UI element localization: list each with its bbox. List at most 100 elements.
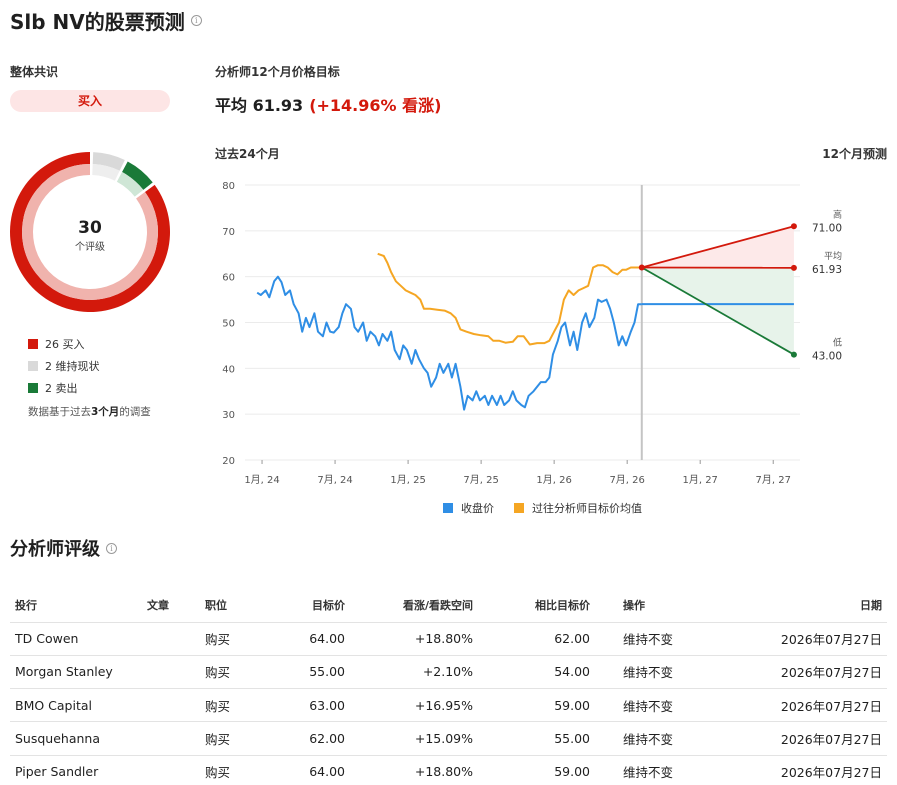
col-target[interactable]: 目标价	[280, 588, 350, 623]
legend-sell: 2 卖出	[28, 377, 100, 399]
x-tick-label: 7月, 24	[317, 474, 352, 486]
position-rating: 购买	[200, 755, 280, 785]
rating-date: 2026年07月27日	[715, 622, 887, 656]
chart-legend-target[interactable]: 过往分析师目标价均值	[514, 500, 642, 516]
col-action[interactable]: 操作	[595, 588, 715, 623]
forecast-avg-point	[790, 264, 797, 271]
forecast-high-point	[790, 223, 797, 230]
article-link[interactable]	[142, 688, 200, 723]
table-row[interactable]: Piper Sandler 购买 64.00 +18.80% 59.00 维持不变 2026…	[10, 755, 887, 785]
y-tick-label: 50	[222, 319, 235, 330]
forecast-low-label: 低	[833, 337, 842, 349]
article-link[interactable]	[142, 622, 200, 656]
forecast-origin-point	[638, 264, 645, 271]
x-tick-label: 7月, 25	[463, 474, 498, 486]
ratings-total: 30	[78, 218, 102, 238]
target-price: 55.00	[280, 655, 350, 690]
analyst-ratings-table: 投行 文章 职位 目标价 看涨/看跌空间 相比目标价 操作 日期 TD Cowe…	[10, 588, 887, 785]
table-row[interactable]: TD Cowen 购买 64.00 +18.80% 62.00 维持不变 2026年07月2…	[10, 622, 887, 656]
chart-legend-close-swatch	[443, 503, 453, 513]
past-period-label: 过去24个月	[215, 147, 280, 161]
ratings-legend: 26 买入 2 维持现状 2 卖出	[28, 333, 100, 399]
upside-value: +18.80%	[350, 755, 478, 785]
target-price: 64.00	[280, 755, 350, 785]
article-link[interactable]	[142, 655, 200, 690]
chart-legend-close[interactable]: 收盘价	[443, 500, 494, 516]
forecast-avg-value: 61.93	[812, 264, 842, 276]
x-tick-label: 1月, 27	[682, 474, 717, 486]
forecast-avg-label: 平均	[824, 250, 842, 262]
table-header-row: 投行 文章 职位 目标价 看涨/看跌空间 相比目标价 操作 日期	[10, 588, 887, 623]
col-position[interactable]: 职位	[200, 588, 280, 623]
chart-legend-close-label: 收盘价	[461, 502, 494, 515]
page-title: Slb NV的股票预测 i	[10, 6, 202, 35]
y-tick-label: 60	[222, 273, 235, 284]
target-price: 62.00	[280, 721, 350, 756]
forecast-low-value: 43.00	[812, 351, 842, 363]
y-tick-label: 40	[222, 364, 235, 375]
bank-name: BMO Capital	[10, 688, 142, 723]
position-rating: 购买	[200, 655, 280, 690]
consensus-label: 整体共识	[10, 65, 59, 79]
target-price: 64.00	[280, 622, 350, 656]
x-tick-label: 1月, 24	[244, 474, 279, 486]
price-target-label: 分析师12个月价格目标	[215, 65, 340, 79]
legend-buy-label: 26 买入	[45, 338, 85, 351]
col-upside[interactable]: 看涨/看跌空间	[350, 588, 478, 623]
forecast-high-label: 高	[833, 208, 842, 220]
target-price: 63.00	[280, 688, 350, 723]
survey-note: 数据基于过去3个月的调查	[28, 404, 151, 419]
x-tick-label: 1月, 25	[390, 474, 425, 486]
rating-date: 2026年07月27日	[715, 755, 887, 785]
col-article[interactable]: 文章	[142, 588, 200, 623]
col-date[interactable]: 日期	[715, 588, 887, 623]
legend-buy-swatch	[28, 339, 38, 349]
previous-target: 59.00	[478, 688, 595, 723]
y-tick-label: 70	[222, 227, 235, 238]
previous-target: 62.00	[478, 622, 595, 656]
chart-legend-target-swatch	[514, 503, 524, 513]
legend-hold-swatch	[28, 361, 38, 371]
legend-hold-label: 2 维持现状	[45, 360, 100, 373]
col-prev-target[interactable]: 相比目标价	[478, 588, 595, 623]
analyst-ratings-title: 分析师评级 i	[10, 535, 117, 561]
legend-sell-swatch	[28, 383, 38, 393]
previous-target: 59.00	[478, 755, 595, 785]
rating-date: 2026年07月27日	[715, 721, 887, 756]
info-icon[interactable]: i	[190, 15, 202, 26]
x-tick-label: 7月, 27	[755, 474, 790, 486]
position-rating: 购买	[200, 622, 280, 656]
rating-action: 维持不变	[595, 622, 715, 656]
previous-target: 54.00	[478, 655, 595, 690]
page-title-text: Slb NV的股票预测	[10, 10, 185, 34]
position-rating: 购买	[200, 721, 280, 756]
forecast-period-label: 12个月预测	[822, 147, 887, 161]
price-target-change: (+14.96% 看涨)	[309, 96, 442, 115]
table-row[interactable]: Susquehanna 购买 62.00 +15.09% 55.00 维持不变 2026年0…	[10, 721, 887, 756]
x-tick-label: 1月, 26	[536, 474, 571, 486]
ratings-total-label: 个评级	[75, 242, 105, 253]
legend-buy: 26 买入	[28, 333, 100, 355]
survey-note-suffix: 的调查	[119, 406, 151, 418]
article-link[interactable]	[142, 755, 200, 785]
x-tick-label: 7月, 26	[609, 474, 644, 486]
bank-name: TD Cowen	[10, 622, 142, 656]
upside-value: +15.09%	[350, 721, 478, 756]
table-row[interactable]: BMO Capital 购买 63.00 +16.95% 59.00 维持不变 2026年0…	[10, 688, 887, 723]
y-tick-label: 20	[222, 456, 235, 467]
upside-value: +16.95%	[350, 688, 478, 723]
price-target-average: 平均 61.93 (+14.96% 看涨)	[215, 92, 441, 116]
avg-target-line	[377, 252, 642, 346]
chart-legend: 收盘价 过往分析师目标价均值	[443, 500, 662, 516]
table-row[interactable]: Morgan Stanley 购买 55.00 +2.10% 54.00 维持不变 2026…	[10, 655, 887, 690]
rating-action: 维持不变	[595, 655, 715, 690]
info-icon[interactable]: i	[106, 542, 117, 554]
close-price-line	[256, 275, 642, 411]
forecast-low-point	[790, 351, 797, 358]
col-bank[interactable]: 投行	[10, 588, 142, 623]
legend-hold: 2 维持现状	[28, 355, 100, 377]
article-link[interactable]	[142, 721, 200, 756]
upside-value: +2.10%	[350, 655, 478, 690]
position-rating: 购买	[200, 688, 280, 723]
price-target-avg-value: 平均 61.93	[215, 96, 304, 115]
